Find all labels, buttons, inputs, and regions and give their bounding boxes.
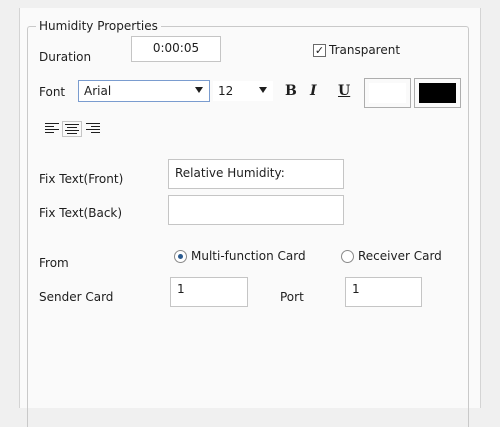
font-label: Font [39, 85, 66, 99]
back-color-swatch [419, 83, 456, 103]
multi-function-card-label: Multi-function Card [191, 249, 306, 263]
font-size-select[interactable]: 12 [212, 80, 274, 102]
align-center-icon[interactable] [62, 121, 82, 137]
font-family-value: Arial [84, 84, 112, 98]
chevron-down-icon [259, 87, 267, 93]
from-label: From [39, 256, 69, 270]
align-right-icon[interactable] [86, 123, 100, 135]
multi-function-card-radio[interactable] [174, 250, 187, 263]
transparent-checkbox[interactable]: ✓ [313, 44, 326, 57]
receiver-card-radio[interactable] [341, 250, 354, 263]
port-input[interactable]: 1 [345, 277, 422, 307]
underline-button[interactable]: U [338, 83, 350, 99]
italic-button[interactable]: I [310, 83, 317, 99]
fix-text-front-input[interactable]: Relative Humidity: [168, 159, 344, 189]
fix-text-front-label: Fix Text(Front) [39, 172, 124, 186]
chevron-down-icon [195, 87, 203, 93]
receiver-card-label: Receiver Card [358, 249, 442, 263]
align-left-icon[interactable] [45, 123, 59, 135]
port-label: Port [280, 290, 304, 304]
back-color-button[interactable] [414, 78, 461, 108]
fix-text-back-input[interactable] [168, 195, 344, 225]
font-size-value: 12 [218, 84, 234, 98]
fix-text-back-label: Fix Text(Back) [39, 206, 123, 220]
sender-card-label: Sender Card [39, 290, 114, 304]
group-title: Humidity Properties [36, 19, 161, 33]
transparent-label: Transparent [329, 43, 401, 57]
duration-input[interactable]: 0:00:05 [131, 36, 221, 62]
sender-card-input[interactable]: 1 [170, 277, 248, 307]
fore-color-button[interactable] [364, 78, 411, 108]
duration-label: Duration [39, 50, 92, 64]
fore-color-swatch [369, 83, 406, 103]
font-family-select[interactable]: Arial [78, 80, 210, 102]
bold-button[interactable]: B [285, 83, 297, 99]
